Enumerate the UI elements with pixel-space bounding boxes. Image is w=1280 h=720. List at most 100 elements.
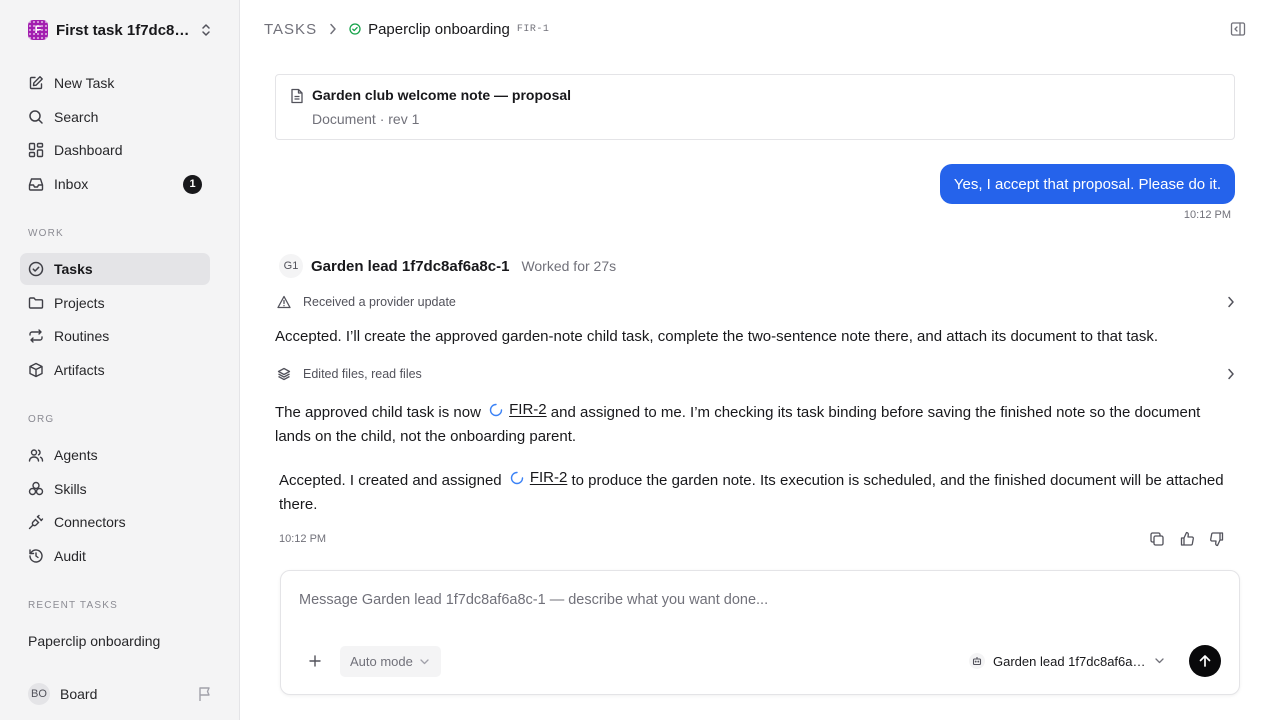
nav-skills-label: Skills xyxy=(54,481,87,497)
nav-tasks[interactable]: Tasks xyxy=(20,253,210,285)
chevron-down-icon xyxy=(1155,658,1164,664)
edit-icon xyxy=(28,75,44,91)
nav-dashboard-label: Dashboard xyxy=(54,142,123,158)
thumbs-down-icon[interactable] xyxy=(1209,531,1225,547)
section-label-recent: RECENT TASKS xyxy=(28,600,118,611)
recent-task-item[interactable]: Paperclip onboarding xyxy=(28,633,160,649)
plug-icon xyxy=(28,514,44,530)
history-icon xyxy=(28,548,44,564)
warning-icon xyxy=(277,295,291,309)
document-card[interactable]: Garden club welcome note — proposal Docu… xyxy=(275,74,1235,140)
workspace-switcher[interactable]: F First task 1f7dc8af6a8c xyxy=(28,19,212,41)
event-provider-update-label: Received a provider update xyxy=(303,295,456,309)
nav-inbox-label: Inbox xyxy=(54,176,89,192)
agent-paragraph-3-start: Accepted. I created and assigned xyxy=(279,472,502,489)
nav-new-task-label: New Task xyxy=(54,75,115,91)
nav-routines-label: Routines xyxy=(54,328,110,344)
chevron-right-icon xyxy=(329,23,337,35)
nav-projects-label: Projects xyxy=(54,295,105,311)
task-link[interactable]: FIR-2 xyxy=(509,398,547,422)
plus-icon xyxy=(309,655,321,667)
nav-new-task[interactable]: New Task xyxy=(20,67,210,99)
nav-search[interactable]: Search xyxy=(20,101,210,133)
in-progress-icon xyxy=(489,403,503,417)
agent-select[interactable]: Garden lead 1f7dc8af6a8c-1 xyxy=(969,651,1164,671)
repeat-icon xyxy=(28,328,44,344)
chevron-up-down-icon xyxy=(200,23,212,37)
task-id: FIR-1 xyxy=(516,23,550,35)
event-provider-update[interactable]: Received a provider update xyxy=(277,292,1235,312)
agent-avatar: G1 xyxy=(279,254,303,278)
sidebar: F First task 1f7dc8af6a8c New Task Searc… xyxy=(0,0,240,720)
search-icon xyxy=(28,109,44,125)
user-message-time: 10:12 PM xyxy=(1183,209,1231,221)
flag-icon[interactable] xyxy=(198,686,212,702)
chevron-right-icon xyxy=(1227,296,1235,308)
inbox-icon xyxy=(28,176,44,192)
nav-tasks-label: Tasks xyxy=(54,261,93,277)
agent-paragraph-2: The approved child task is now FIR-2 and… xyxy=(275,398,1235,449)
document-subtitle: Document · rev 1 xyxy=(312,111,420,127)
arrow-up-icon xyxy=(1199,655,1211,667)
agent-message-time: 10:12 PM xyxy=(279,533,327,545)
nav-inbox[interactable]: Inbox 1 xyxy=(20,168,210,200)
message-actions xyxy=(1149,531,1225,547)
users-icon xyxy=(28,447,44,463)
check-circle-icon xyxy=(28,261,44,277)
message-composer: Auto mode Garden lead 1f7dc8af6a8c-1 xyxy=(280,570,1240,695)
breadcrumb-tasks[interactable]: TASKS xyxy=(264,21,317,38)
nav-agents-label: Agents xyxy=(54,447,98,463)
mode-select-label: Auto mode xyxy=(350,654,413,669)
agent-paragraph-2-start: The approved child task is now xyxy=(275,404,481,421)
agent-message-header: G1 Garden lead 1f7dc8af6a8c-1 Worked for… xyxy=(279,254,616,278)
nav-artifacts[interactable]: Artifacts xyxy=(20,354,210,386)
workspace-logo: F xyxy=(28,20,48,40)
status-done-icon xyxy=(349,23,361,35)
user-message-bubble: Yes, I accept that proposal. Please do i… xyxy=(939,164,1235,204)
task-link[interactable]: FIR-2 xyxy=(530,466,568,490)
nav-agents[interactable]: Agents xyxy=(20,439,210,471)
copy-icon[interactable] xyxy=(1149,531,1165,547)
send-button[interactable] xyxy=(1189,645,1221,677)
board-user[interactable]: BO Board xyxy=(28,683,212,705)
nav-dashboard[interactable]: Dashboard xyxy=(20,134,210,166)
document-icon xyxy=(290,88,304,104)
inbox-count-badge: 1 xyxy=(183,174,202,194)
box-icon xyxy=(28,362,44,378)
event-edited-files-label: Edited files, read files xyxy=(303,367,422,381)
layers-icon xyxy=(277,367,291,381)
thumbs-up-icon[interactable] xyxy=(1179,531,1195,547)
folder-icon xyxy=(28,295,44,311)
workspace-logo-letter: F xyxy=(34,24,42,36)
section-label-org: ORG xyxy=(28,414,55,425)
page-title: Paperclip onboarding xyxy=(368,20,510,38)
nav-search-label: Search xyxy=(54,109,99,125)
section-label-work: WORK xyxy=(28,228,64,239)
mode-select[interactable]: Auto mode xyxy=(340,646,441,677)
add-attachment-button[interactable] xyxy=(305,651,325,671)
event-edited-files[interactable]: Edited files, read files xyxy=(277,364,1235,384)
nav-connectors-label: Connectors xyxy=(54,514,126,530)
board-avatar: BO xyxy=(28,683,50,705)
bot-icon xyxy=(969,653,985,669)
page-header: TASKS Paperclip onboarding FIR-1 xyxy=(240,0,1280,58)
nav-audit[interactable]: Audit xyxy=(20,540,210,572)
dashboard-icon xyxy=(28,142,44,158)
document-title: Garden club welcome note — proposal xyxy=(312,87,572,103)
nav-artifacts-label: Artifacts xyxy=(54,362,105,378)
nav-routines[interactable]: Routines xyxy=(20,320,210,352)
chevron-right-icon xyxy=(1227,368,1235,380)
nav-skills[interactable]: Skills xyxy=(20,473,210,505)
agent-paragraph-3: Accepted. I created and assigned FIR-2 t… xyxy=(279,466,1235,517)
nav-connectors[interactable]: Connectors xyxy=(20,506,210,538)
skills-icon xyxy=(28,481,44,497)
in-progress-icon xyxy=(510,471,524,485)
message-input[interactable] xyxy=(299,592,1199,608)
chevron-down-icon xyxy=(420,658,429,665)
agent-paragraph-1: Accepted. I’ll create the approved garde… xyxy=(275,328,1159,345)
task-reference[interactable]: FIR-2 xyxy=(485,398,547,422)
sidebar-panel-toggle-icon[interactable] xyxy=(1230,21,1246,37)
task-reference[interactable]: FIR-2 xyxy=(506,466,568,490)
nav-projects[interactable]: Projects xyxy=(20,287,210,319)
agent-worked-duration: Worked for 27s xyxy=(521,258,617,274)
